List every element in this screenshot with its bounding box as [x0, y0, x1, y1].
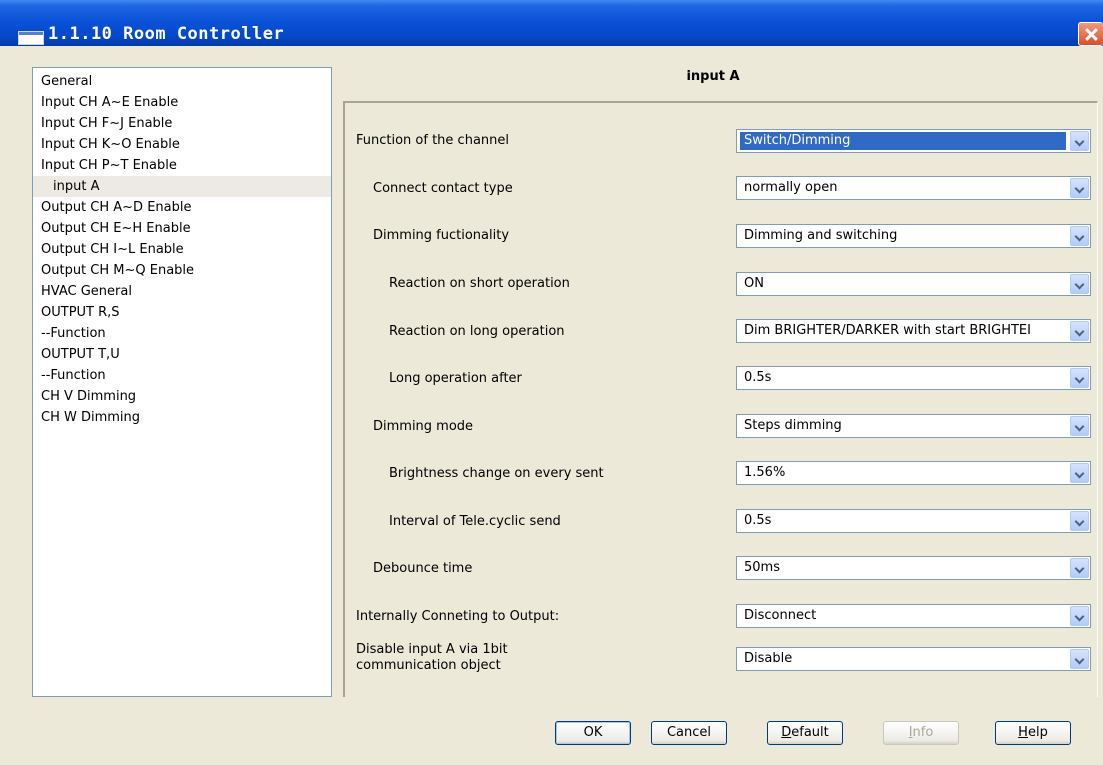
- contact-type-select[interactable]: normally open: [736, 176, 1091, 200]
- tree-item-function-2[interactable]: --Function: [33, 365, 331, 386]
- param-label-brightness-change: Brightness change on every sent: [389, 466, 604, 481]
- disable-input-select[interactable]: Disable: [736, 647, 1091, 671]
- tree-item-output-ch-m-q[interactable]: Output CH M~Q Enable: [33, 260, 331, 281]
- info-button: Info: [883, 721, 959, 745]
- tree-item-ch-w-dimming[interactable]: CH W Dimming: [33, 407, 331, 428]
- tree-item-input-ch-k-o[interactable]: Input CH K~O Enable: [33, 134, 331, 155]
- tree-item-output-t-u[interactable]: OUTPUT T,U: [33, 344, 331, 365]
- param-label-cyclic-interval: Interval of Tele.cyclic send: [389, 514, 561, 529]
- chevron-down-icon[interactable]: [1070, 416, 1089, 436]
- short-operation-select[interactable]: ON: [736, 272, 1091, 296]
- chevron-down-icon[interactable]: [1070, 321, 1089, 341]
- tree-item-output-ch-a-d[interactable]: Output CH A~D Enable: [33, 197, 331, 218]
- param-label-long-operation-after: Long operation after: [389, 371, 522, 386]
- tree-item-input-ch-p-t[interactable]: Input CH P~T Enable: [33, 155, 331, 176]
- help-button[interactable]: Help: [995, 721, 1071, 745]
- cyclic-interval-select[interactable]: 0.5s: [736, 509, 1091, 533]
- help-button-label: elp: [1027, 725, 1048, 740]
- param-label-disable-input: Disable input A via 1bit communication o…: [356, 642, 508, 674]
- param-label-dimming-mode: Dimming mode: [373, 419, 474, 434]
- chevron-down-icon[interactable]: [1070, 274, 1089, 294]
- internal-connect-select-value: Disconnect: [744, 608, 817, 623]
- dimming-mode-select-value: Steps dimming: [744, 418, 842, 433]
- chevron-down-icon[interactable]: [1070, 368, 1089, 388]
- long-operation-select[interactable]: Dim BRIGHTER/DARKER with start BRIGHTEI: [736, 319, 1091, 343]
- chevron-down-icon[interactable]: [1070, 649, 1089, 669]
- tree-item-function-1[interactable]: --Function: [33, 323, 331, 344]
- cancel-button[interactable]: Cancel: [651, 721, 727, 745]
- long-operation-select-value: Dim BRIGHTER/DARKER with start BRIGHTEI: [744, 323, 1031, 338]
- param-label-disable-input-line2: communication object: [356, 658, 501, 673]
- close-button[interactable]: [1078, 22, 1103, 46]
- help-button-mnemonic: H: [1018, 725, 1028, 740]
- cyclic-interval-select-value: 0.5s: [744, 513, 772, 528]
- default-button[interactable]: Default: [767, 721, 843, 745]
- parameter-tree: General Input CH A~E Enable Input CH F~J…: [32, 67, 332, 697]
- param-label-disable-input-line1: Disable input A via 1bit: [356, 642, 508, 657]
- function-select-value: Switch/Dimming: [740, 132, 1066, 150]
- info-button-label: nfo: [912, 725, 934, 740]
- param-label-dimming-functionality: Dimming fuctionality: [373, 228, 510, 243]
- tree-item-hvac-general[interactable]: HVAC General: [33, 281, 331, 302]
- chevron-down-icon[interactable]: [1070, 558, 1089, 578]
- param-label-internal-connect: Internally Conneting to Output:: [356, 609, 560, 624]
- param-label-short-operation: Reaction on short operation: [389, 276, 570, 291]
- brightness-change-select-value: 1.56%: [744, 465, 786, 480]
- tree-item-input-ch-f-j[interactable]: Input CH F~J Enable: [33, 113, 331, 134]
- chevron-down-icon[interactable]: [1070, 131, 1089, 151]
- chevron-down-icon[interactable]: [1070, 178, 1089, 198]
- param-label-contact-type: Connect contact type: [373, 181, 513, 196]
- tree-item-input-a[interactable]: input A: [33, 176, 331, 197]
- short-operation-select-value: ON: [744, 276, 764, 291]
- chevron-down-icon[interactable]: [1070, 226, 1089, 246]
- default-button-label: efault: [791, 725, 829, 740]
- ok-button[interactable]: OK: [555, 721, 631, 745]
- contact-type-select-value: normally open: [744, 180, 838, 195]
- default-button-mnemonic: D: [781, 725, 792, 740]
- dimming-functionality-select[interactable]: Dimming and switching: [736, 224, 1091, 248]
- chevron-down-icon[interactable]: [1070, 511, 1089, 531]
- tree-item-output-ch-i-l[interactable]: Output CH I~L Enable: [33, 239, 331, 260]
- chevron-down-icon[interactable]: [1070, 606, 1089, 626]
- debounce-time-select-value: 50ms: [744, 560, 780, 575]
- window-title: 1.1.10 Room Controller: [48, 24, 285, 44]
- disable-input-select-value: Disable: [744, 651, 793, 666]
- function-select[interactable]: Switch/Dimming: [736, 129, 1091, 153]
- dimming-functionality-select-value: Dimming and switching: [744, 228, 898, 243]
- title-bar: 1.1.10 Room Controller: [0, 0, 1103, 46]
- tree-item-output-ch-e-h[interactable]: Output CH E~H Enable: [33, 218, 331, 239]
- dimming-mode-select[interactable]: Steps dimming: [736, 414, 1091, 438]
- tree-item-ch-v-dimming[interactable]: CH V Dimming: [33, 386, 331, 407]
- param-label-function: Function of the channel: [356, 133, 509, 148]
- internal-connect-select[interactable]: Disconnect: [736, 604, 1091, 628]
- tree-item-general[interactable]: General: [33, 71, 331, 92]
- long-operation-after-select-value: 0.5s: [744, 370, 772, 385]
- param-label-debounce-time: Debounce time: [373, 561, 473, 576]
- chevron-down-icon[interactable]: [1070, 463, 1089, 483]
- tree-item-output-r-s[interactable]: OUTPUT R,S: [33, 302, 331, 323]
- param-label-long-operation: Reaction on long operation: [389, 324, 565, 339]
- panel-title: input A: [686, 69, 740, 84]
- debounce-time-select[interactable]: 50ms: [736, 556, 1091, 580]
- brightness-change-select[interactable]: 1.56%: [736, 461, 1091, 485]
- window-icon: [18, 31, 44, 45]
- tree-item-input-ch-a-e[interactable]: Input CH A~E Enable: [33, 92, 331, 113]
- long-operation-after-select[interactable]: 0.5s: [736, 366, 1091, 390]
